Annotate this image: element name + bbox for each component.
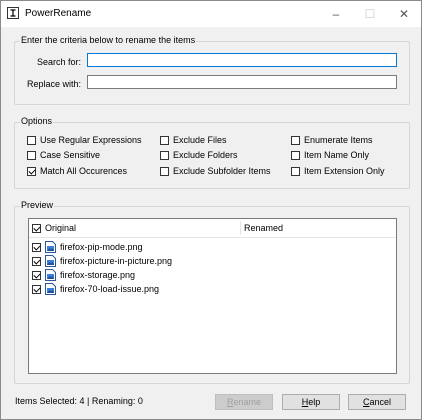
- original-column-label: Original: [45, 223, 77, 233]
- replace-input[interactable]: [87, 75, 397, 89]
- criteria-group: [14, 41, 410, 105]
- status-text: Items Selected: 4 | Renaming: 0: [15, 396, 143, 406]
- checkbox-box: [27, 166, 36, 176]
- option-label: Exclude Folders: [173, 150, 238, 160]
- file-name: firefox-pip-mode.png: [60, 242, 143, 252]
- option-label: Item Extension Only: [304, 166, 385, 176]
- image-file-icon: [45, 241, 56, 253]
- preview-list[interactable]: Original Renamed firefox-pip-mode.png fi…: [28, 218, 397, 374]
- case-sensitive-checkbox[interactable]: Case Sensitive: [27, 149, 100, 161]
- preview-list-header: Original Renamed: [29, 219, 396, 238]
- options-group-label: Options: [20, 116, 54, 127]
- checkbox-box: [160, 166, 169, 176]
- powerrename-window: PowerRename – ☐ ✕ Enter the criteria bel…: [0, 0, 422, 420]
- item-extension-only-checkbox[interactable]: Item Extension Only: [291, 165, 385, 177]
- list-item[interactable]: firefox-pip-mode.png: [32, 240, 143, 254]
- file-name: firefox-70-load-issue.png: [60, 284, 160, 294]
- option-label: Use Regular Expressions: [40, 135, 142, 145]
- maximize-button: ☐: [353, 1, 387, 27]
- criteria-group-label: Enter the criteria below to rename the i…: [20, 35, 197, 46]
- renamed-column-label: Renamed: [244, 223, 284, 233]
- checkbox-box: [27, 150, 36, 160]
- image-file-icon: [45, 269, 56, 281]
- option-label: Exclude Files: [173, 135, 227, 145]
- match-all-occurences-checkbox[interactable]: Match All Occurences: [27, 165, 127, 177]
- exclude-folders-checkbox[interactable]: Exclude Folders: [160, 149, 238, 161]
- item-name-only-checkbox[interactable]: Item Name Only: [291, 149, 369, 161]
- window-title: PowerRename: [25, 8, 92, 19]
- minimize-button[interactable]: –: [319, 1, 353, 27]
- original-column-header[interactable]: Original: [32, 219, 76, 237]
- close-icon: ✕: [398, 7, 410, 21]
- maximize-icon: ☐: [364, 7, 376, 21]
- file-name: firefox-picture-in-picture.png: [60, 256, 173, 266]
- exclude-files-checkbox[interactable]: Exclude Files: [160, 134, 227, 146]
- option-label: Match All Occurences: [40, 166, 128, 176]
- list-item[interactable]: firefox-picture-in-picture.png: [32, 254, 172, 268]
- checkbox-box: [160, 150, 169, 160]
- cancel-button[interactable]: Cancel: [348, 394, 406, 410]
- file-name: firefox-storage.png: [60, 270, 136, 280]
- renamed-column-header[interactable]: Renamed: [244, 219, 283, 237]
- cancel-label-rest: ancel: [369, 397, 391, 407]
- select-all-checkbox[interactable]: [32, 223, 41, 233]
- checkbox-box: [291, 166, 300, 176]
- help-label-rest: elp: [308, 397, 321, 407]
- replace-label: Replace with:: [26, 79, 81, 89]
- column-separator[interactable]: [240, 221, 241, 235]
- search-input[interactable]: [87, 53, 397, 67]
- close-button[interactable]: ✕: [387, 1, 421, 27]
- option-label: Item Name Only: [304, 150, 370, 160]
- minimize-icon: –: [332, 7, 340, 21]
- use-regex-checkbox[interactable]: Use Regular Expressions: [27, 134, 142, 146]
- image-file-icon: [45, 255, 56, 267]
- preview-group-label: Preview: [20, 200, 55, 211]
- enumerate-items-checkbox[interactable]: Enumerate Items: [291, 134, 373, 146]
- checkbox-box: [291, 135, 300, 145]
- rename-button[interactable]: Rename: [215, 394, 273, 410]
- checkbox-box: [160, 135, 169, 145]
- title-bar[interactable]: PowerRename – ☐ ✕: [1, 1, 421, 27]
- help-button[interactable]: Help: [282, 394, 340, 410]
- rename-label-rest: ename: [233, 397, 262, 407]
- checkbox-box: [291, 150, 300, 160]
- option-label: Case Sensitive: [40, 150, 101, 160]
- item-checkbox[interactable]: [32, 256, 41, 266]
- option-label: Enumerate Items: [304, 135, 373, 145]
- list-item[interactable]: firefox-70-load-issue.png: [32, 282, 159, 296]
- option-label: Exclude Subfolder Items: [173, 166, 271, 176]
- item-checkbox[interactable]: [32, 270, 41, 280]
- item-checkbox[interactable]: [32, 242, 41, 252]
- item-checkbox[interactable]: [32, 284, 41, 294]
- checkbox-box: [27, 135, 36, 145]
- search-label: Search for:: [36, 57, 81, 67]
- powerrename-app-icon: [7, 7, 19, 19]
- exclude-subfolder-items-checkbox[interactable]: Exclude Subfolder Items: [160, 165, 271, 177]
- image-file-icon: [45, 283, 56, 295]
- list-item[interactable]: firefox-storage.png: [32, 268, 135, 282]
